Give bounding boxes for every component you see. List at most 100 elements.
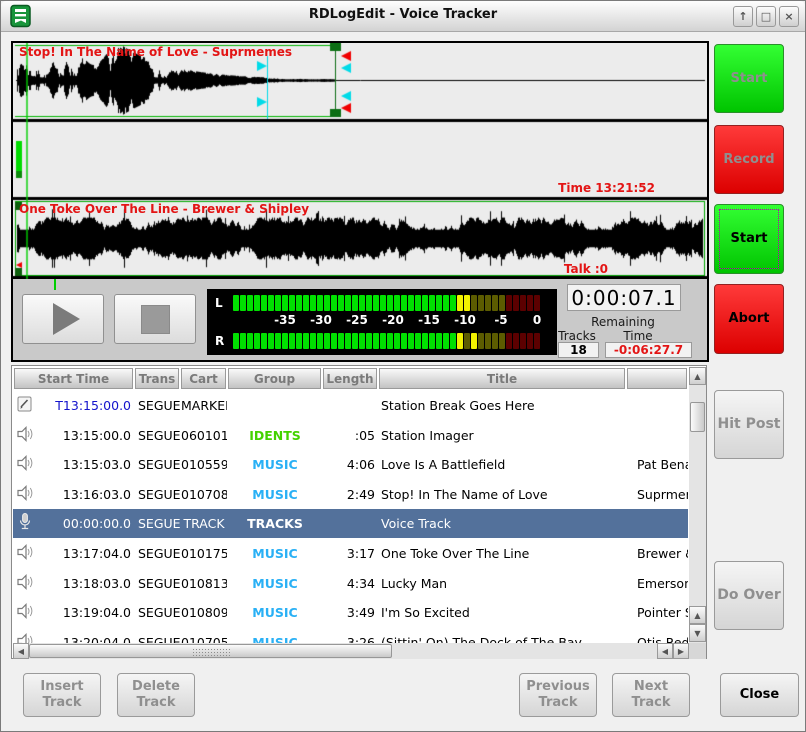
maximize-window-button[interactable]: □ xyxy=(756,6,776,27)
log-row[interactable]: 13:15:03.0SEGUE010559MUSIC4:06Love Is A … xyxy=(13,450,688,479)
meter-segment xyxy=(422,295,428,311)
do-over-button[interactable]: Do Over xyxy=(714,561,784,630)
play-button[interactable] xyxy=(22,294,104,344)
column-header-title[interactable]: Title xyxy=(379,368,625,389)
log-row[interactable]: 13:16:03.0SEGUE010708MUSIC2:49Stop! In T… xyxy=(13,480,688,509)
scroll-up-icon[interactable]: ▲ xyxy=(689,367,706,385)
waveform-canvas[interactable] xyxy=(13,43,707,279)
meter-segment xyxy=(471,333,477,349)
meter-segment xyxy=(366,333,372,349)
cell-start-time: 13:16:03.0 xyxy=(41,480,131,509)
meter-segment xyxy=(436,295,442,311)
cell-title: Station Break Goes Here xyxy=(381,391,627,420)
meter-segment xyxy=(422,333,428,349)
cell-cart: 010175 xyxy=(181,539,227,568)
cell-title: Voice Track xyxy=(381,509,627,538)
meter-segment xyxy=(464,295,470,311)
stop-button[interactable] xyxy=(114,294,196,344)
meter-segment xyxy=(464,333,470,349)
cell-artist: Brewer & Sh xyxy=(637,539,688,568)
cell-group: TRACKS xyxy=(228,509,322,538)
column-header-artist-blank[interactable] xyxy=(627,368,687,389)
meter-segment xyxy=(254,295,260,311)
window-title: RDLogEdit - Voice Tracker xyxy=(1,7,805,22)
cell-cart: 060101 xyxy=(181,421,227,450)
previous-track-button[interactable]: Previous Track xyxy=(519,673,597,717)
time-remaining-label: Time xyxy=(608,329,668,343)
cell-group: MUSIC xyxy=(228,450,322,479)
log-row[interactable]: 13:20:04.0SEGUE010705MUSIC3:26(Sittin' O… xyxy=(13,628,688,643)
meter-segment xyxy=(387,333,393,349)
cell-length: 3:26 xyxy=(323,628,375,643)
record-button[interactable]: Record xyxy=(714,125,784,194)
start-track3-button[interactable]: Start xyxy=(714,204,784,274)
vertical-scrollbar[interactable]: ▲ ▲ ▼ xyxy=(689,367,706,643)
column-header-cart[interactable]: Cart xyxy=(181,368,226,389)
delete-track-button[interactable]: Delete Track xyxy=(117,673,195,717)
cell-title: (Sittin' On) The Dock of The Bay xyxy=(381,628,627,643)
meter-segment xyxy=(478,333,484,349)
meter-scale-label: -10 xyxy=(454,313,476,327)
scroll-left2-icon[interactable]: ◀ xyxy=(657,643,673,659)
log-row[interactable]: T13:15:00.0SEGUEMARKERStation Break Goes… xyxy=(13,391,688,420)
meter-segment xyxy=(366,295,372,311)
log-row[interactable]: 13:19:04.0SEGUE010809MUSIC3:49I'm So Exc… xyxy=(13,598,688,627)
scroll-left-icon[interactable]: ◀ xyxy=(13,643,29,659)
meter-segment xyxy=(317,295,323,311)
meter-segment xyxy=(485,295,491,311)
close-window-button[interactable]: × xyxy=(779,6,799,27)
meter-segment xyxy=(457,333,463,349)
meter-segment xyxy=(429,295,435,311)
log-row-selected[interactable]: 00:00:00.0SEGUETRACKTRACKSVoice Track xyxy=(13,509,688,538)
scroll-up2-icon[interactable]: ▲ xyxy=(689,606,706,624)
cell-group: MUSIC xyxy=(228,539,322,568)
meter-scale: -35-30-25-20-15-10-50 xyxy=(207,313,557,329)
log-rows: T13:15:00.0SEGUEMARKERStation Break Goes… xyxy=(13,390,688,643)
vertical-scroll-thumb[interactable] xyxy=(690,402,705,432)
meter-segment xyxy=(317,333,323,349)
hit-post-button[interactable]: Hit Post xyxy=(714,390,784,459)
horizontal-scroll-thumb[interactable] xyxy=(29,644,392,658)
column-header-start-time[interactable]: Start Time xyxy=(14,368,133,389)
meter-scale-label: -20 xyxy=(382,313,404,327)
meter-segment xyxy=(310,295,316,311)
insert-track-button[interactable]: Insert Track xyxy=(23,673,101,717)
meter-segment xyxy=(261,333,267,349)
log-row[interactable]: 13:15:00.0SEGUE060101IDENTS:05Station Im… xyxy=(13,421,688,450)
meter-segment xyxy=(331,333,337,349)
cell-start-time: 13:15:03.0 xyxy=(41,450,131,479)
close-button[interactable]: Close xyxy=(720,673,799,717)
meter-segment xyxy=(303,295,309,311)
meter-segment xyxy=(324,295,330,311)
meter-segment xyxy=(331,295,337,311)
column-header-trans[interactable]: Trans xyxy=(135,368,179,389)
cell-group xyxy=(228,391,322,420)
cell-artist xyxy=(637,391,688,420)
next-track-button[interactable]: Next Track xyxy=(612,673,690,717)
cell-title: I'm So Excited xyxy=(381,598,627,627)
meter-segment xyxy=(380,333,386,349)
cell-group: MUSIC xyxy=(228,628,322,643)
cell-length xyxy=(323,509,375,538)
abort-button[interactable]: Abort xyxy=(714,284,784,354)
cell-cart: 010708 xyxy=(181,480,227,509)
log-row[interactable]: 13:18:03.0SEGUE010813MUSIC4:34Lucky ManE… xyxy=(13,569,688,598)
meter-segment xyxy=(289,333,295,349)
column-header-group[interactable]: Group xyxy=(228,368,321,389)
scroll-right-icon[interactable]: ▶ xyxy=(673,643,689,659)
shade-window-button[interactable]: ↑ xyxy=(733,6,753,27)
cell-length: 3:17 xyxy=(323,539,375,568)
log-row[interactable]: 13:17:04.0SEGUE010175MUSIC3:17One Toke O… xyxy=(13,539,688,568)
meter-segment xyxy=(261,295,267,311)
meter-segment xyxy=(387,295,393,311)
column-header-length[interactable]: Length xyxy=(323,368,377,389)
speaker-icon xyxy=(16,483,36,512)
scroll-down-icon[interactable]: ▼ xyxy=(689,624,706,642)
meter-segment xyxy=(254,333,260,349)
title-bar[interactable]: RDLogEdit - Voice Tracker ↑ □ × xyxy=(1,1,805,32)
meter-segment xyxy=(240,333,246,349)
start-track1-button[interactable]: Start xyxy=(714,44,784,113)
stop-icon xyxy=(141,305,170,334)
meter-segment xyxy=(380,295,386,311)
horizontal-scrollbar[interactable]: ◀ ◀ ▶ xyxy=(13,643,689,659)
